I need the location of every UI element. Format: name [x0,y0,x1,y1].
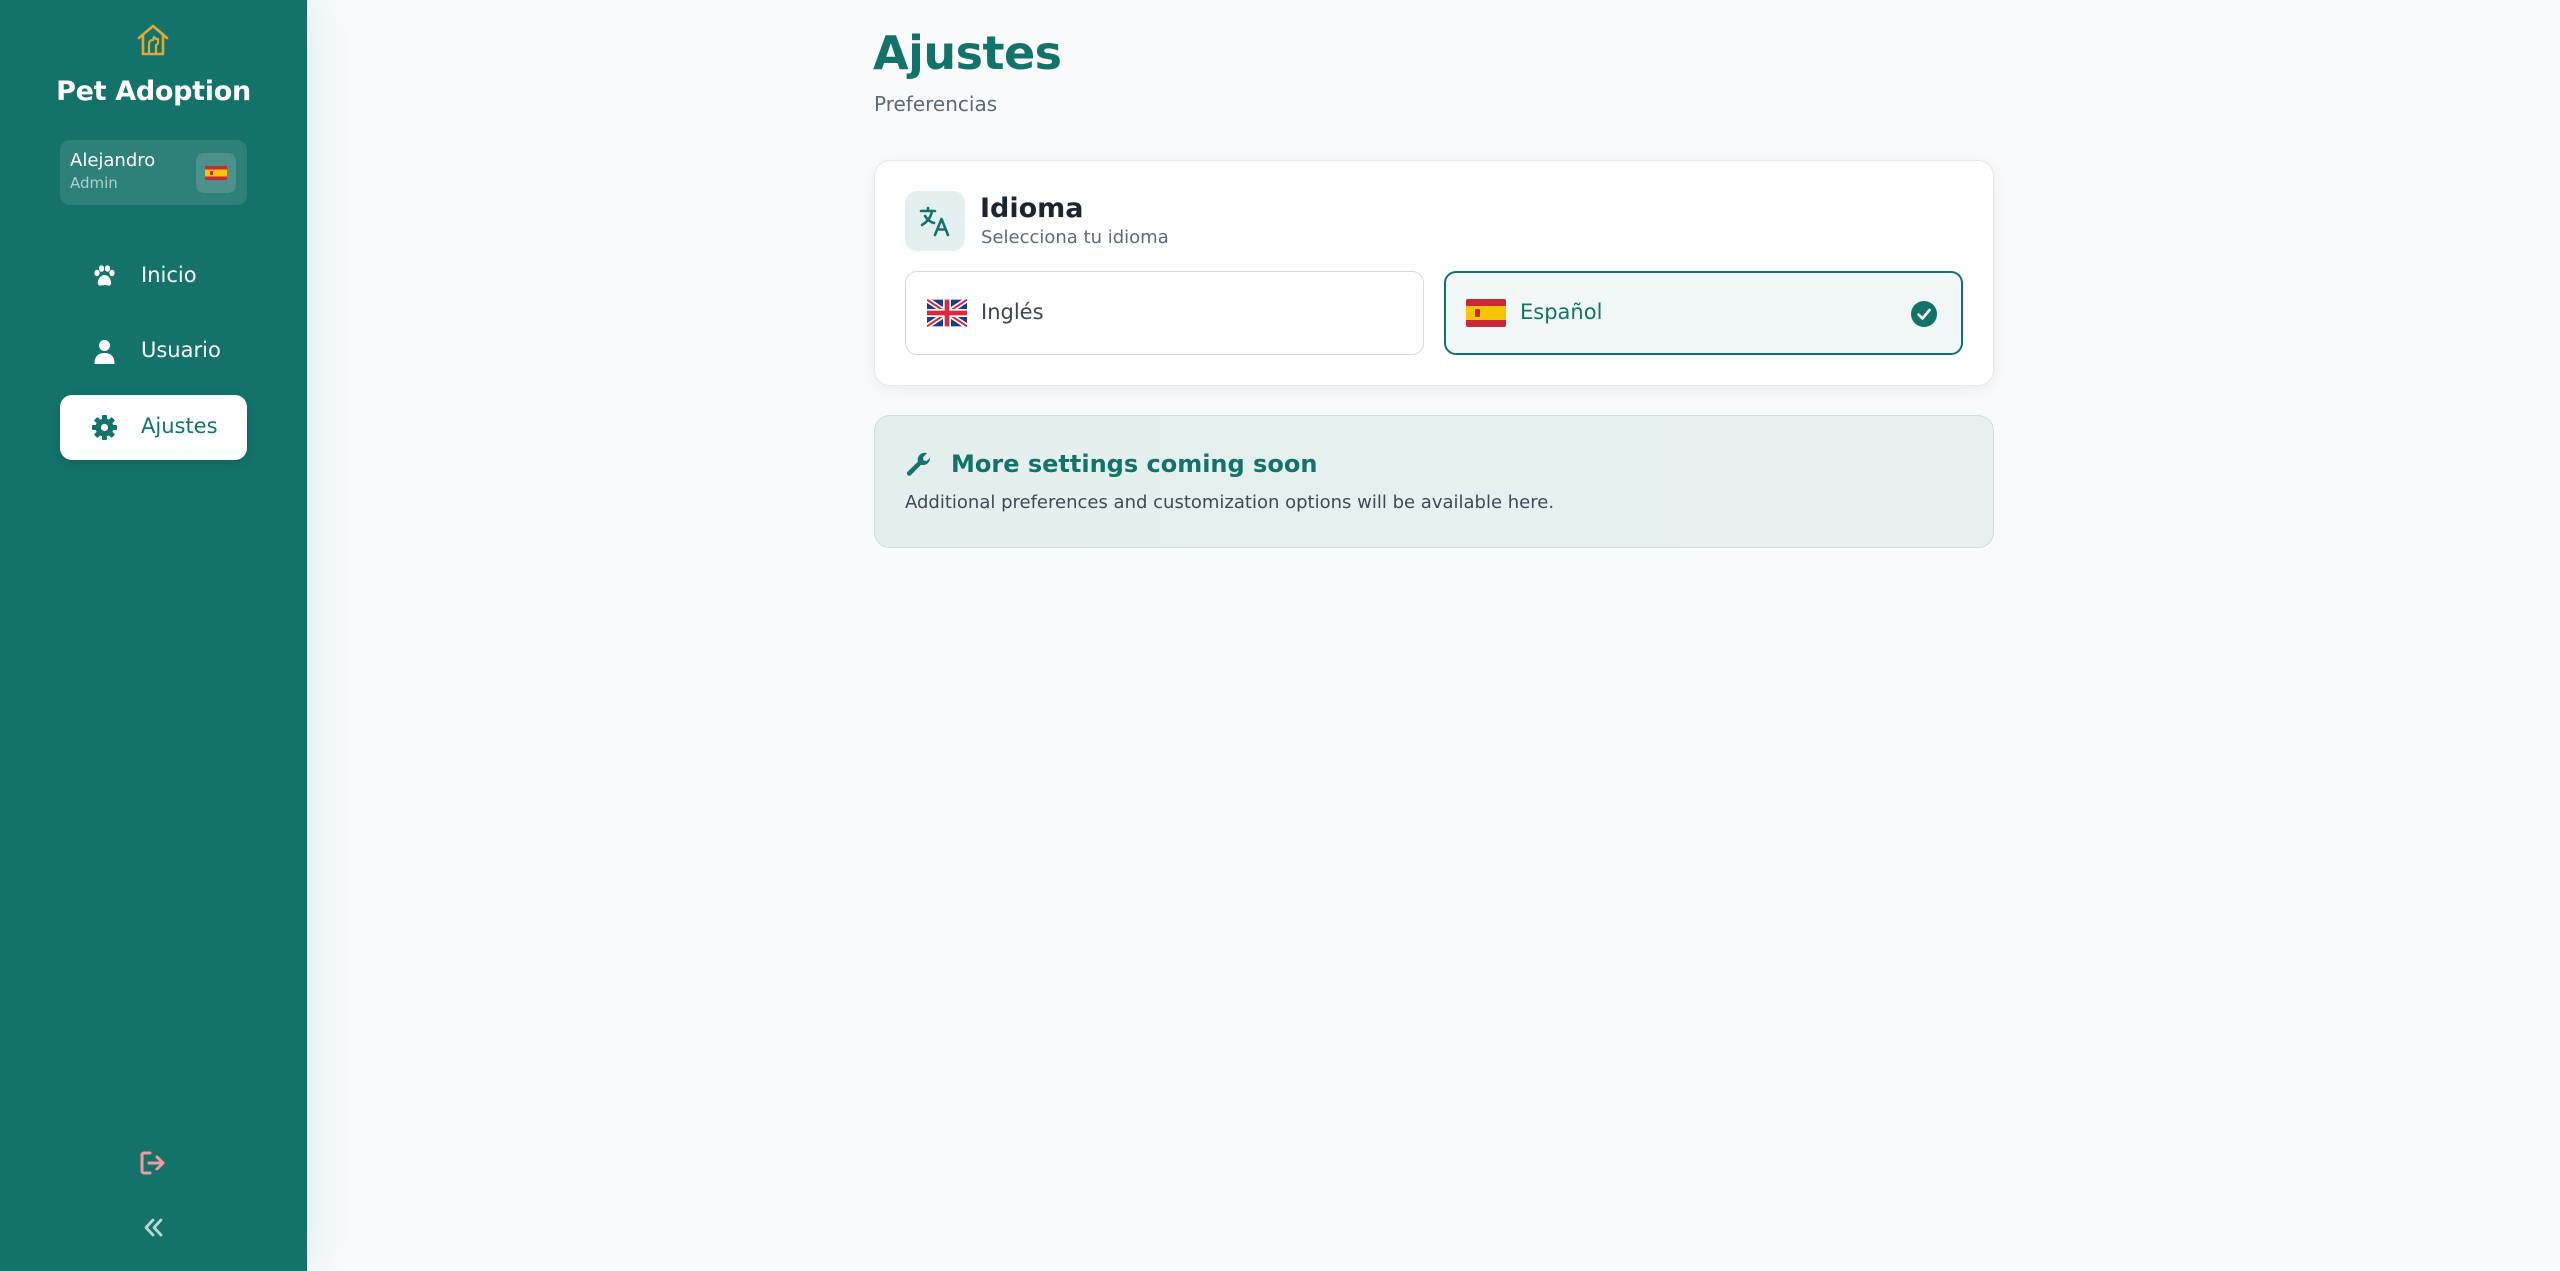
app-name: Pet Adoption [56,76,251,107]
page-subtitle: Preferencias [874,92,998,116]
wrench-icon [906,452,931,476]
uk-flag-icon [927,299,967,327]
user-name: Alejandro [70,150,156,171]
sidebar-item-label: Ajustes [141,414,218,438]
language-option-label: Español [1520,300,1603,324]
gear-icon [92,415,117,440]
sidebar-item-label: Inicio [141,263,197,287]
translate-icon [905,191,965,251]
spain-flag-icon [1466,299,1506,327]
coming-soon-title: More settings coming soon [951,450,1318,478]
language-card-subtitle: Selecciona tu idioma [981,227,1169,248]
sidebar: Pet Adoption Alejandro Admin Inicio Usua… [0,0,307,1271]
user-card[interactable]: Alejandro Admin [60,140,247,205]
sidebar-item-inicio[interactable]: Inicio [60,244,247,309]
sidebar-item-label: Usuario [141,338,221,362]
logout-icon[interactable] [137,1147,169,1179]
user-icon [94,340,115,364]
paw-icon [94,265,115,286]
language-option-ingles[interactable]: Inglés [905,271,1424,355]
sidebar-item-usuario[interactable]: Usuario [60,319,247,384]
sidebar-item-ajustes[interactable]: Ajustes [60,395,247,460]
language-card: Idioma Selecciona tu idioma Inglés Españ… [874,160,1994,386]
coming-soon-card: More settings coming soon Additional pre… [874,415,1994,548]
app-root: Pet Adoption Alejandro Admin Inicio Usua… [0,0,2560,1271]
language-card-title: Idioma [980,193,1084,224]
page-title: Ajustes [873,26,1062,80]
user-role: Admin [70,174,118,192]
language-option-label: Inglés [981,300,1044,324]
spain-flag-icon[interactable] [196,153,236,193]
check-circle-icon [1911,301,1937,327]
double-chevron-left-icon[interactable] [140,1214,167,1241]
coming-soon-text: Additional preferences and customization… [905,492,1555,513]
house-dog-icon [137,24,169,56]
language-option-espanol[interactable]: Español [1444,271,1963,355]
